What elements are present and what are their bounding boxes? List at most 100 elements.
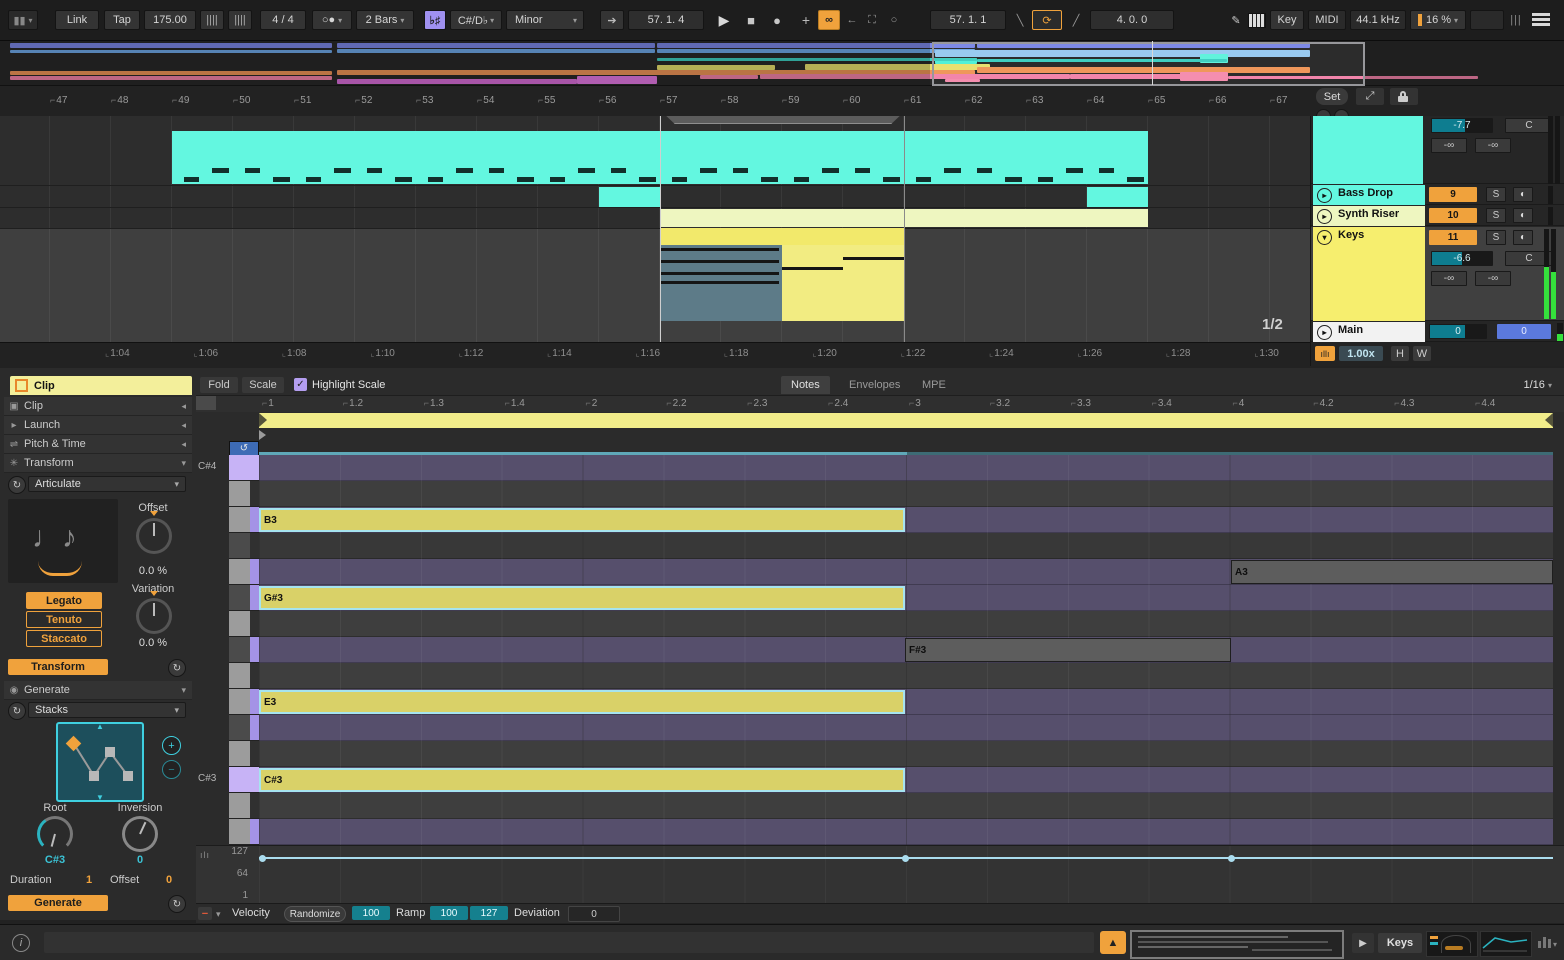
duration-value[interactable]: 1: [86, 874, 92, 886]
follow-scroll-icon[interactable]: ıllı: [1315, 346, 1335, 361]
synth-riser-track-number[interactable]: 10: [1429, 208, 1477, 223]
inversion-knob[interactable]: [122, 816, 158, 852]
mixer-bars-icon[interactable]: |||: [1508, 10, 1524, 30]
arrangement-time-ruler[interactable]: 1:041:061:081:101:121:141:161:181:201:22…: [0, 342, 1310, 365]
metronome-button[interactable]: ○●▾: [312, 10, 352, 30]
punch-in-icon[interactable]: ╲: [1010, 10, 1030, 30]
stacks-pattern-visual[interactable]: ▲ ▼: [56, 722, 144, 802]
main-gain-field[interactable]: 0: [1429, 324, 1487, 339]
piano-key-A#3[interactable]: [229, 533, 259, 559]
fold-button[interactable]: Fold: [200, 377, 238, 393]
randomize-button[interactable]: Randomize: [284, 906, 346, 922]
transform-reapply-icon[interactable]: ↻: [168, 659, 186, 677]
record-button[interactable]: ●: [766, 10, 788, 30]
lock-icon[interactable]: [1390, 88, 1418, 105]
bar-number[interactable]: 60: [843, 95, 860, 106]
bar-number[interactable]: 59: [782, 95, 799, 106]
piano-key-C#3[interactable]: [229, 767, 259, 793]
piano-key-G3[interactable]: [229, 611, 259, 637]
loop-button[interactable]: ⟳: [1032, 10, 1062, 30]
highlight-scale-checkbox[interactable]: ✓: [294, 378, 307, 391]
generate-preset-dropdown[interactable]: Stacks▾: [28, 702, 186, 718]
play-button[interactable]: ▶: [712, 10, 736, 30]
loop-start-handle[interactable]: [259, 413, 267, 427]
velocity-node[interactable]: [1228, 855, 1235, 862]
bar-number[interactable]: 57: [660, 95, 677, 106]
add-stack-icon[interactable]: +: [162, 736, 181, 755]
clip-overview-minimap[interactable]: [1130, 930, 1344, 959]
menu-hamburger-icon[interactable]: [1532, 13, 1550, 27]
device-play-icon[interactable]: ▶: [1352, 933, 1374, 953]
bar-number[interactable]: 62: [965, 95, 982, 106]
loop-end-handle[interactable]: [1545, 413, 1553, 427]
piano-roll-beat-ruler[interactable]: 11.21.31.422.22.32.433.23.33.444.24.34.4: [196, 396, 1564, 412]
arrangement-bar-ruler[interactable]: 4748495051525354555657585960616263646566…: [0, 86, 1310, 116]
lane-dropdown-icon[interactable]: ▾: [216, 909, 221, 920]
quantize-menu[interactable]: 2 Bars▾: [356, 10, 414, 30]
bar-number[interactable]: 52: [355, 95, 372, 106]
midi-map-button[interactable]: MIDI: [1308, 10, 1346, 30]
piano-key-D3[interactable]: [229, 741, 259, 767]
add-locator-button[interactable]: +: [796, 10, 816, 30]
time-signature-field[interactable]: 4 / 4: [260, 10, 306, 30]
session-record-fit-icon[interactable]: ⛶: [862, 10, 882, 30]
partial-track-color-block[interactable]: [1313, 116, 1423, 184]
automation-arm-button[interactable]: ∞: [818, 10, 840, 30]
device-thumbnail-1[interactable]: [1426, 931, 1478, 957]
bass-drop-solo-button[interactable]: S: [1486, 187, 1506, 202]
track-header-partial[interactable]: -7.7 C -∞ -∞: [1311, 116, 1564, 184]
variation-knob[interactable]: [136, 598, 172, 634]
bar-number[interactable]: 54: [477, 95, 494, 106]
main-pan-field[interactable]: 0: [1497, 324, 1551, 339]
track-header-keys[interactable]: ▾Keys 11 S ◐ -6.6 C -∞ -∞: [1311, 227, 1564, 321]
nudge-down-button[interactable]: ||||: [200, 10, 224, 30]
clip-tab[interactable]: Clip: [10, 376, 192, 395]
keys-activator-icon[interactable]: ◐: [1513, 230, 1533, 245]
velocity-node[interactable]: [259, 855, 266, 862]
piano-keys-column[interactable]: [229, 455, 259, 845]
keys-pan-field[interactable]: -6.6: [1431, 251, 1493, 266]
variation-value[interactable]: 0.0 %: [118, 637, 188, 649]
tab-envelopes[interactable]: Envelopes: [839, 376, 910, 394]
zoom-height-button[interactable]: H: [1391, 346, 1409, 361]
clip-start-marker-icon[interactable]: [259, 430, 266, 440]
piano-key-C3[interactable]: [229, 793, 259, 819]
root-value[interactable]: C#3: [20, 854, 90, 866]
section-generate[interactable]: ◉Generate▾: [4, 681, 192, 700]
midi-note-C#3[interactable]: C#3: [259, 768, 905, 792]
note-grid[interactable]: B3A3G#3F#3E3C#3: [259, 455, 1553, 845]
track-play-icon[interactable]: ▸: [1317, 209, 1332, 224]
bar-number[interactable]: 56: [599, 95, 616, 106]
computer-midi-keyboard-icon[interactable]: [1248, 13, 1266, 28]
tab-notes[interactable]: Notes: [781, 376, 830, 394]
keys-track-number[interactable]: 11: [1429, 230, 1477, 245]
section-transform[interactable]: ✳Transform▾: [4, 454, 192, 473]
midi-note-A3[interactable]: A3: [1231, 560, 1553, 584]
expand-icon[interactable]: ▾: [181, 685, 186, 696]
tab-mpe[interactable]: MPE: [912, 376, 956, 394]
track-header-bass-drop[interactable]: ▸Bass Drop 9 S ◐: [1311, 185, 1564, 205]
playback-speed-field[interactable]: 1.00x: [1339, 346, 1383, 361]
link-button[interactable]: Link: [55, 10, 99, 30]
info-icon[interactable]: i: [12, 934, 30, 952]
tap-tempo-button[interactable]: Tap: [104, 10, 140, 30]
transform-preset-dropdown[interactable]: Articulate▾: [28, 476, 186, 492]
randomize-amount-field[interactable]: 100: [352, 906, 390, 920]
bar-number[interactable]: 53: [416, 95, 433, 106]
window-view-icon[interactable]: ▮▮▾: [8, 10, 38, 30]
tenuto-mode-button[interactable]: Tenuto: [26, 611, 102, 628]
lane-remove-icon[interactable]: −: [198, 907, 212, 920]
collapse-icon[interactable]: ◂: [181, 439, 186, 450]
midi-note-B3[interactable]: B3: [259, 508, 905, 532]
offset-value[interactable]: 0.0 %: [118, 565, 188, 577]
synth-riser-activator-icon[interactable]: ◐: [1513, 208, 1533, 223]
bass-drop-clip-1[interactable]: [599, 187, 660, 207]
arrangement-position-field[interactable]: 57. 1. 4: [628, 10, 704, 30]
bass-drop-activator-icon[interactable]: ◐: [1513, 187, 1533, 202]
track-fold-icon[interactable]: ▾: [1317, 230, 1332, 245]
draw-mode-pencil-icon[interactable]: ✎: [1226, 10, 1246, 30]
track-play-icon[interactable]: ▸: [1317, 188, 1332, 203]
cpu-load-meter[interactable]: 16 %▾: [1410, 10, 1466, 30]
keys-send-a[interactable]: -∞: [1431, 271, 1467, 286]
ramp-from-field[interactable]: 100: [430, 906, 468, 920]
